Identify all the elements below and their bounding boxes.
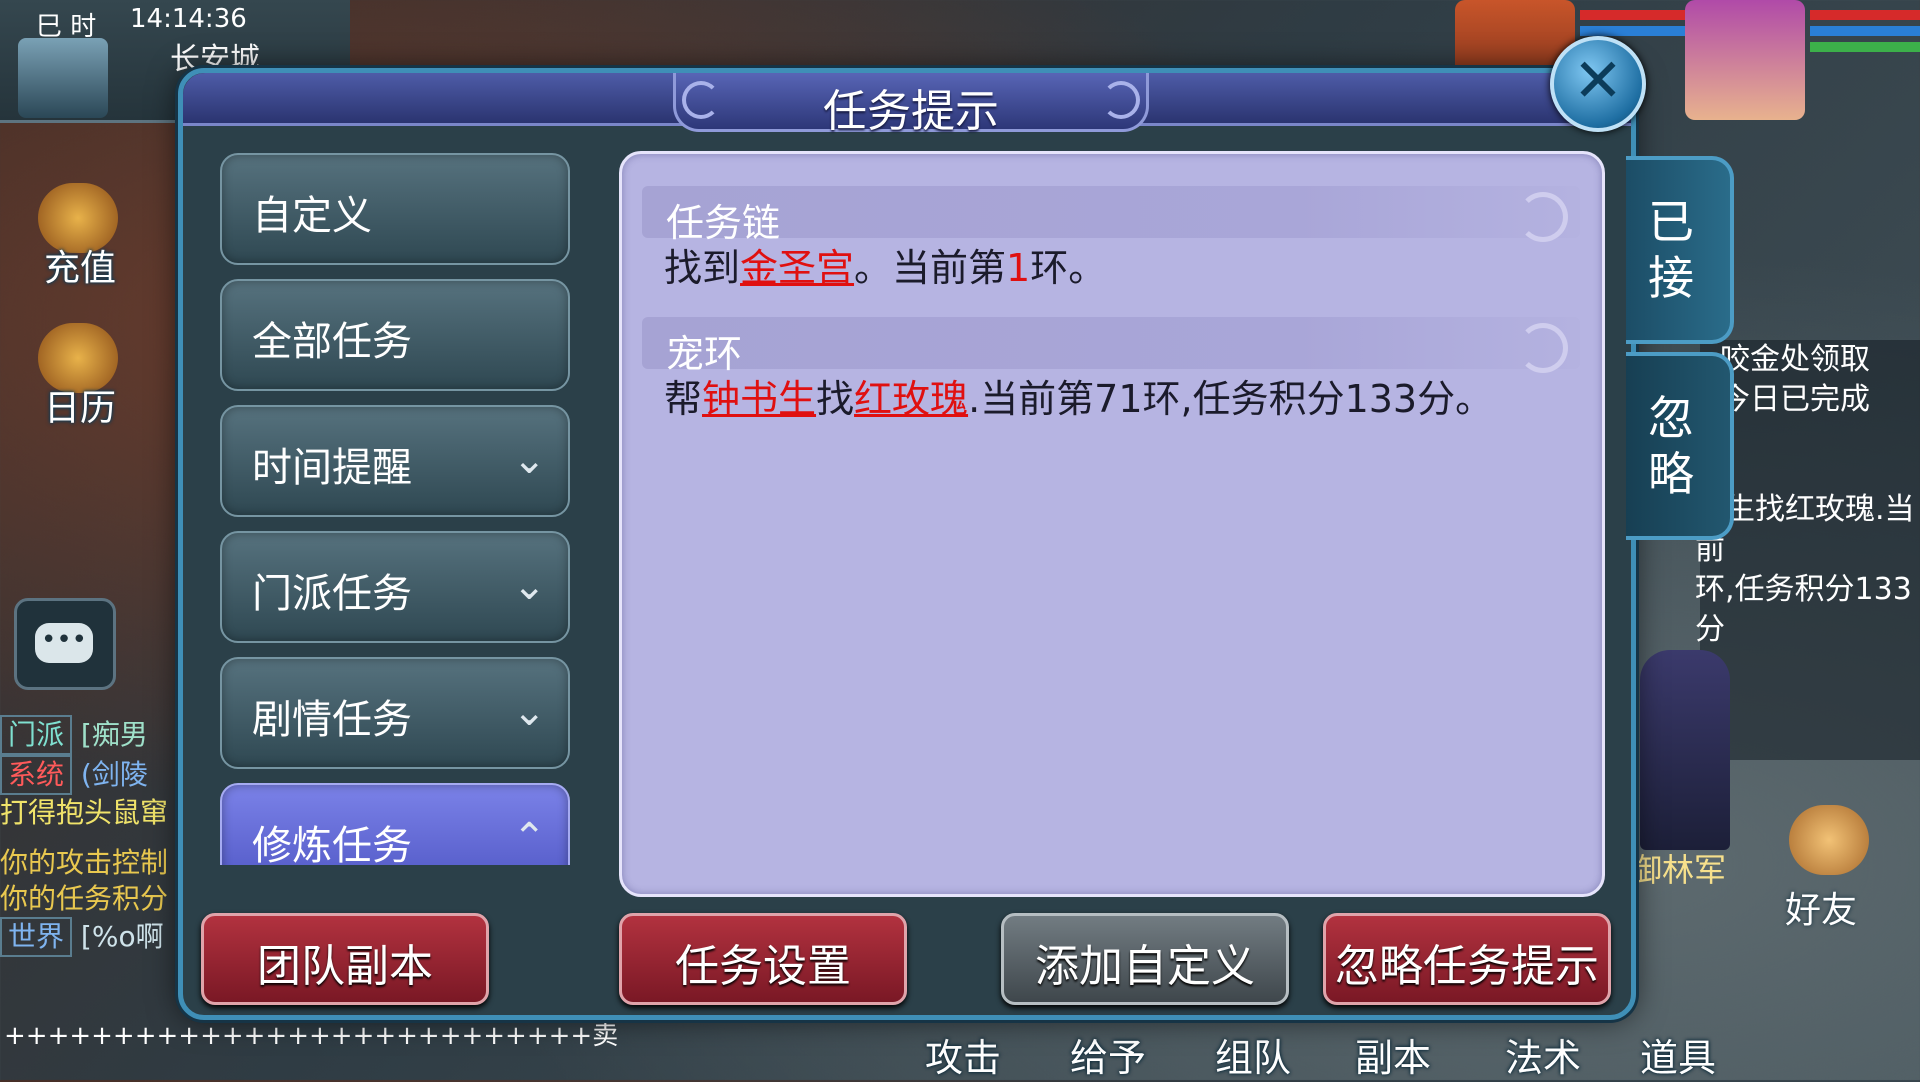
chat-line: 系统 (剑陵 <box>0 755 190 795</box>
chat-line: 你的任务积分 <box>0 882 169 915</box>
chevron-down-icon: ⌄ <box>512 563 546 609</box>
task-entry[interactable]: 宠环 帮钟书生找红玫瑰.当前第71环,任务积分133分。 <box>642 317 1580 421</box>
items-button[interactable]: 道具 <box>1640 1027 1716 1082</box>
category-training-tasks[interactable]: 修炼任务 ⌃ <box>220 783 570 865</box>
pet-hp-bar <box>1580 10 1690 20</box>
item-link[interactable]: 红玫瑰 <box>854 377 968 421</box>
task-category-list[interactable]: 自定义 全部任务 时间提醒 ⌄ 门派任务 ⌄ 剧情任务 ⌄ 修炼任务 ⌃ <box>220 153 570 865</box>
clock: 14:14:36 <box>130 4 247 34</box>
add-custom-button[interactable]: 添加自定义 <box>1001 913 1289 1005</box>
team-button[interactable]: 组队 <box>1215 1027 1291 1082</box>
tab-accepted[interactable]: 已 接 <box>1626 156 1734 344</box>
swirl-ornament-icon <box>1518 192 1568 242</box>
category-sect-tasks[interactable]: 门派任务 ⌄ <box>220 531 570 643</box>
sell-ticker: +++++++++++++++++++++++++++卖 <box>4 1021 619 1051</box>
chevron-down-icon: ⌄ <box>512 689 546 735</box>
npc-link[interactable]: 钟书生 <box>702 377 816 421</box>
give-button[interactable]: 给予 <box>1070 1027 1146 1082</box>
handshake-icon <box>1789 805 1869 875</box>
chat-log[interactable]: 门派 [痴男 系统 (剑陵 打得抱头鼠窜 你的攻击控制 你的任务积分 世界 [%… <box>0 715 190 1015</box>
spell-button[interactable]: 法术 <box>1505 1027 1581 1082</box>
swirl-ornament-icon <box>1102 81 1140 119</box>
player-exp-bar <box>1810 42 1920 52</box>
npc-guard[interactable] <box>1640 650 1730 850</box>
calendar-button[interactable]: 日历 <box>20 315 140 435</box>
close-button[interactable]: ✕ <box>1550 36 1646 132</box>
task-name: 宠环 <box>666 332 743 376</box>
chat-line: 你的攻击控制 <box>0 846 169 879</box>
chat-line: 打得抱头鼠窜 <box>0 796 169 829</box>
player-hp-bar <box>1810 10 1920 20</box>
category-time-reminder[interactable]: 时间提醒 ⌄ <box>220 405 570 517</box>
chat-line: 门派 [痴男 <box>0 715 190 755</box>
category-all-tasks[interactable]: 全部任务 <box>220 279 570 391</box>
task-header: 任务链 <box>642 186 1580 245</box>
chevron-up-icon: ⌃ <box>512 815 546 861</box>
ignore-task-hints-button[interactable]: 忽略任务提示 <box>1323 913 1611 1005</box>
friend-button[interactable]: 好友 <box>1785 805 1869 933</box>
tracker-line: 咬金处领取 <box>1720 342 1870 377</box>
title-plate: 任务提示 <box>673 73 1149 137</box>
player-mini-avatar[interactable] <box>18 38 108 118</box>
game-time-period: 巳 时 <box>36 12 97 42</box>
friend-label: 好友 <box>1785 890 1858 931</box>
chat-bubble-icon: ••• <box>35 623 93 663</box>
npc-name: 御林军 <box>1630 851 1727 889</box>
task-detail-panel[interactable]: 任务链 找到金圣宫。当前第1环。 宠环 帮钟书生找红玫瑰.当前第71环,任务积分… <box>619 151 1605 897</box>
task-settings-button[interactable]: 任务设置 <box>619 913 907 1005</box>
task-name: 任务链 <box>666 201 781 245</box>
location-link[interactable]: 金圣宫 <box>740 246 854 290</box>
task-description: 帮钟书生找红玫瑰.当前第71环,任务积分133分。 <box>664 377 1494 421</box>
close-icon: ✕ <box>1572 46 1624 116</box>
player-mp-bar <box>1810 26 1920 36</box>
task-entry[interactable]: 任务链 找到金圣宫。当前第1环。 <box>642 186 1580 290</box>
category-custom[interactable]: 自定义 <box>220 153 570 265</box>
task-hint-dialog: 任务提示 自定义 全部任务 时间提醒 ⌄ 门派任务 ⌄ 剧情任务 ⌄ 修炼任务 … <box>178 68 1636 1020</box>
swirl-ornament-icon <box>1518 323 1568 373</box>
calendar-label: 日历 <box>43 388 116 429</box>
recharge-label: 充值 <box>43 248 116 289</box>
chevron-down-icon: ⌄ <box>512 437 546 483</box>
tracker-line: 环,任务积分133分 <box>1695 572 1912 647</box>
chat-button[interactable]: ••• <box>14 598 116 690</box>
dungeon-button[interactable]: 副本 <box>1355 1027 1431 1082</box>
dialog-title: 任务提示 <box>823 86 999 137</box>
team-dungeon-button[interactable]: 团队副本 <box>201 913 489 1005</box>
bottom-action-bar: 攻击 给予 组队 副本 法术 道具 <box>700 1015 1920 1080</box>
tab-ignored[interactable]: 忽 略 <box>1626 352 1734 540</box>
category-story-tasks[interactable]: 剧情任务 ⌄ <box>220 657 570 769</box>
player-avatar[interactable] <box>1685 0 1805 120</box>
chat-line: 世界 [%o啊 <box>0 917 190 957</box>
tracker-line: 今日已完成 <box>1720 382 1870 417</box>
task-description: 找到金圣宫。当前第1环。 <box>664 246 1107 290</box>
task-header: 宠环 <box>642 317 1580 376</box>
attack-button[interactable]: 攻击 <box>925 1027 1001 1082</box>
pet-mp-bar <box>1580 26 1690 36</box>
recharge-button[interactable]: 充值 <box>20 175 140 295</box>
